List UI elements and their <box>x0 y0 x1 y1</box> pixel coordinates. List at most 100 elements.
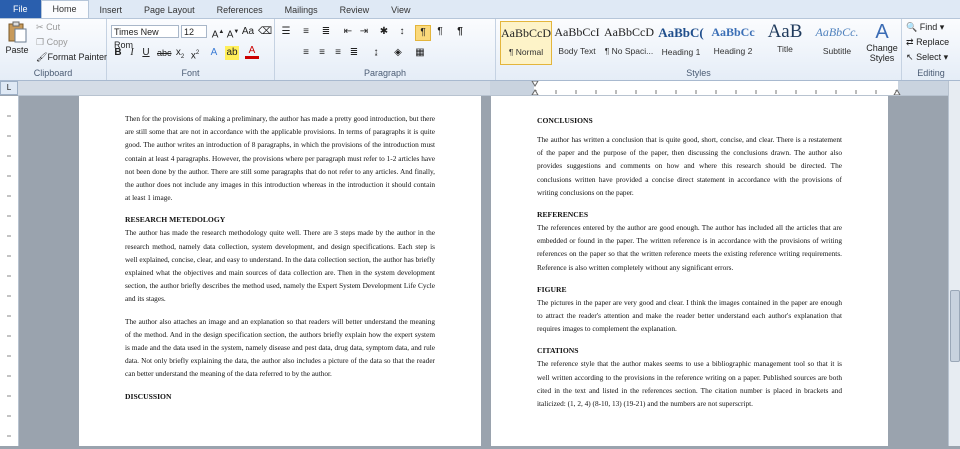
tab-references[interactable]: References <box>206 2 274 18</box>
tab-file[interactable]: File <box>0 0 41 18</box>
find-label: Find <box>919 22 938 32</box>
binoculars-icon: 🔍 <box>906 22 918 32</box>
style-body-text[interactable]: AaBbCcI Body Text <box>552 21 602 63</box>
styles-group-label: Styles <box>686 68 711 78</box>
paragraph: The author also attaches an image and an… <box>125 316 435 379</box>
style-name: ¶ Normal <box>508 47 544 57</box>
font-size-combo[interactable]: 12 <box>181 25 207 38</box>
style-sample: AaBbC( <box>658 25 704 40</box>
copy-icon: ❐ <box>36 37 45 47</box>
style-sample: AaBbCcI <box>554 25 600 39</box>
italic-icon[interactable]: I <box>125 46 139 60</box>
bold-icon[interactable]: B <box>111 46 125 60</box>
section-heading: FIGURE <box>537 284 567 294</box>
format-painter-label: Format Painter <box>47 52 107 62</box>
clear-formatting-icon[interactable]: ⌫ <box>258 25 272 39</box>
paragraph: The pictures in the paper are very good … <box>537 297 842 334</box>
multilevel-list-icon[interactable]: ≣ <box>319 25 333 39</box>
subscript-icon[interactable]: x2 <box>173 46 187 60</box>
paragraph-group: ☰ ≡ ≣ ⇤ ⇥ ✱ ↕ ¶ ¶ ¶ ≡ ≡ ≡ ≣ ↨ ◈ ▦ Paragr… <box>275 19 496 80</box>
document-page-right[interactable]: CONCLUSIONS The author has written a con… <box>491 96 888 446</box>
bullets-icon[interactable]: ☰ <box>279 25 293 39</box>
ruler-ticks <box>490 80 948 96</box>
vertical-ruler-ticks <box>7 115 11 437</box>
style-name: Heading 2 <box>713 46 753 56</box>
style-normal[interactable]: AaBbCcDc ¶ Normal <box>500 21 552 65</box>
align-center-icon[interactable]: ≡ <box>315 46 329 60</box>
decrease-indent-icon[interactable]: ⇤ <box>341 25 355 39</box>
text-effects-icon[interactable]: A <box>207 46 221 60</box>
justify-icon[interactable]: ≣ <box>347 46 361 60</box>
style-heading-1[interactable]: AaBbC( Heading 1 <box>656 21 706 63</box>
replace-button[interactable]: ⇄ Replace <box>906 37 949 48</box>
select-label: Select <box>916 52 942 62</box>
tab-page-layout[interactable]: Page Layout <box>133 2 206 18</box>
document-page-left[interactable]: Then for the provisions of making a prel… <box>79 96 481 446</box>
tab-view[interactable]: View <box>380 2 421 18</box>
align-left-icon[interactable]: ≡ <box>299 46 313 60</box>
show-hide-icon[interactable]: ¶ <box>453 25 467 39</box>
font-name-combo[interactable]: Times New Rom <box>111 25 179 50</box>
ltr-direction-icon[interactable]: ¶ <box>415 25 431 41</box>
format-painter-button[interactable]: 🖌Format Painter <box>36 52 107 63</box>
editing-group: 🔍 Find ▾ ⇄ Replace ↖ Select ▾ Editing <box>902 19 960 80</box>
select-button[interactable]: ↖ Select ▾ <box>906 52 948 63</box>
horizontal-ruler-left[interactable] <box>18 81 490 96</box>
find-button[interactable]: 🔍 Find ▾ <box>906 22 944 33</box>
borders-icon[interactable]: ▦ <box>413 46 427 60</box>
scrollbar-thumb[interactable] <box>950 290 960 362</box>
font-group: Times New Rom 12 A▲ A▼ Aa ⌫ B I U abc x2… <box>107 19 275 80</box>
style-name: Title <box>777 44 793 54</box>
style-heading-2[interactable]: AaBbCc Heading 2 <box>708 21 758 63</box>
paragraph: The reference style that the author make… <box>537 359 842 409</box>
chinese-layout-icon[interactable]: ✱ <box>377 25 391 39</box>
paragraph: The references entered by the author are… <box>537 223 842 272</box>
paragraph-group-label: Paragraph <box>363 68 407 78</box>
superscript-icon[interactable]: x2 <box>188 46 202 61</box>
vertical-scrollbar[interactable] <box>948 81 960 446</box>
align-right-icon[interactable]: ≡ <box>331 46 345 60</box>
paste-button[interactable]: Paste <box>4 21 30 59</box>
sort-icon[interactable]: ↕ <box>395 25 409 39</box>
change-case-icon[interactable]: Aa <box>241 25 255 39</box>
vertical-ruler[interactable] <box>0 96 19 446</box>
tab-mailings[interactable]: Mailings <box>274 2 329 18</box>
clipboard-group-label: Clipboard <box>33 68 73 78</box>
numbering-icon[interactable]: ≡ <box>299 25 313 39</box>
replace-label: Replace <box>916 37 950 47</box>
tab-insert[interactable]: Insert <box>89 2 134 18</box>
copy-button[interactable]: ❐ Copy <box>36 37 68 48</box>
ribbon-tab-bar: File Home Insert Page Layout References … <box>0 0 960 19</box>
tab-home[interactable]: Home <box>40 0 89 18</box>
section-heading: CITATIONS <box>537 346 579 356</box>
tab-review[interactable]: Review <box>329 2 381 18</box>
line-spacing-icon[interactable]: ↨ <box>369 46 383 60</box>
style-sample: AaBbCcDc <box>501 26 551 40</box>
paste-icon <box>8 21 27 43</box>
editing-group-label: Editing <box>917 68 945 78</box>
style-title[interactable]: AaB Title <box>760 21 810 63</box>
underline-icon[interactable]: U <box>139 46 153 60</box>
section-heading: DISCUSSION <box>125 391 172 401</box>
shrink-font-icon[interactable]: A▼ <box>226 25 240 40</box>
shading-icon[interactable]: ◈ <box>391 46 405 60</box>
change-styles-icon: A <box>875 21 889 43</box>
copy-label: Copy <box>46 37 68 47</box>
highlight-icon[interactable]: ab <box>225 46 239 60</box>
rtl-direction-icon[interactable]: ¶ <box>433 25 447 39</box>
style-name: Subtitle <box>822 46 852 56</box>
style-no-spacing[interactable]: AaBbCcDc ¶ No Spaci... <box>604 21 654 63</box>
styles-group: AaBbCcDc ¶ Normal AaBbCcI Body Text AaBbCc… <box>496 19 902 80</box>
replace-icon: ⇄ <box>906 37 914 47</box>
style-subtitle[interactable]: AaBbCc. Subtitle <box>812 21 862 63</box>
horizontal-ruler-right[interactable] <box>490 80 948 96</box>
increase-indent-icon[interactable]: ⇥ <box>357 25 371 39</box>
cut-button[interactable]: ✂ Cut <box>36 22 60 33</box>
style-name: Heading 1 <box>661 47 701 57</box>
strikethrough-icon[interactable]: abc <box>157 46 172 60</box>
tab-selector[interactable]: L <box>0 81 18 95</box>
change-styles-button[interactable]: A Change Styles <box>866 21 898 63</box>
grow-font-icon[interactable]: A▲ <box>211 25 225 40</box>
font-color-icon[interactable]: A <box>245 46 259 59</box>
ribbon: Paste ✂ Cut ❐ Copy 🖌Format Painter Clipb… <box>0 19 960 81</box>
